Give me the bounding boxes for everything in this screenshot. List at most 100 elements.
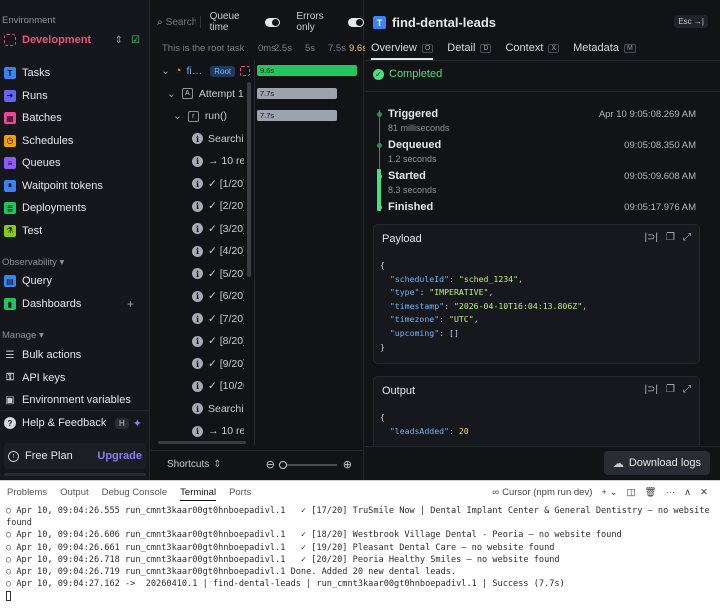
expand-icon[interactable]: ⤢ bbox=[683, 232, 691, 243]
terminal-task-selector[interactable]: ∞ Cursor (npm run dev) bbox=[492, 487, 592, 498]
chevron-up-icon[interactable]: ∧ bbox=[684, 487, 691, 498]
tree-divider-handle[interactable] bbox=[254, 60, 255, 445]
sidebar-item-deployments[interactable]: ≣ Deployments bbox=[0, 198, 148, 218]
tasks-icon: T bbox=[4, 67, 16, 79]
download-logs-button[interactable]: ☁ Download logs bbox=[603, 451, 710, 475]
tree-row-log[interactable]: i ✓ [2/20] bbox=[192, 197, 244, 215]
tree-row-log[interactable]: i ✓ [9/20] bbox=[192, 355, 244, 373]
close-arrow-icon: →| bbox=[693, 17, 704, 26]
terminal-actions: ∞ Cursor (npm run dev) + ⌄ ◫ 🗑 ··· ∧ ✕ bbox=[492, 481, 708, 503]
tab-detail[interactable]: Detail D bbox=[447, 38, 492, 58]
tree-row-log[interactable]: i ✓ [4/20] bbox=[192, 242, 244, 260]
tree-row-log[interactable]: i ✓ [10/20 bbox=[192, 377, 244, 395]
tree-row-log[interactable]: i ✓ [5/20] bbox=[192, 265, 244, 283]
terminal-tab-output[interactable]: Output bbox=[60, 481, 89, 503]
deployments-icon: ≣ bbox=[4, 202, 16, 214]
tree-row-log[interactable]: i ✓ [1/20] bbox=[192, 175, 244, 193]
sidebar-item-test[interactable]: ⚗ Test bbox=[0, 221, 148, 241]
environment-selector[interactable]: Development ⇕ ☑ bbox=[0, 30, 148, 50]
tree-row-log[interactable]: i ✓ [8/20] bbox=[192, 332, 244, 350]
root-duration-bar[interactable]: 9.6s bbox=[257, 65, 357, 76]
tree-row-root[interactable]: ⌄ ◔ fi… Root bbox=[161, 62, 261, 80]
sidebar-item-waitpoint-tokens[interactable]: ⏸ Waitpoint tokens bbox=[0, 176, 148, 196]
tree-row-log[interactable]: i ✓ [3/20] bbox=[192, 220, 244, 238]
errors-only-toggle[interactable] bbox=[348, 17, 365, 27]
sidebar-item-dashboards[interactable]: ▮ Dashboards + bbox=[0, 294, 148, 314]
trash-icon[interactable]: 🗑 bbox=[645, 487, 657, 498]
terminal-task-label: Cursor (npm run dev) bbox=[502, 486, 593, 498]
zoom-slider-handle[interactable] bbox=[278, 460, 287, 469]
tree-row-log[interactable]: i → 10 res bbox=[192, 422, 244, 440]
tab-shortcut: D bbox=[480, 43, 492, 53]
sparkle-icon[interactable]: ✦ bbox=[133, 417, 142, 430]
terminal-tab-debug-console[interactable]: Debug Console bbox=[102, 481, 168, 503]
tree-row-log[interactable]: i Searchin bbox=[192, 130, 244, 148]
close-icon[interactable]: ✕ bbox=[700, 487, 708, 498]
split-terminal-icon[interactable]: ◫ bbox=[627, 487, 636, 498]
attempt-duration-bar[interactable]: 7.7s bbox=[257, 87, 337, 99]
zoom-out-icon[interactable]: ⊖ bbox=[266, 458, 275, 471]
upgrade-link[interactable]: Upgrade bbox=[97, 450, 142, 462]
tab-context[interactable]: Context X bbox=[505, 38, 560, 58]
sidebar-item-batches[interactable]: ▦ Batches bbox=[0, 108, 148, 128]
sidebar-item-bulk-actions[interactable]: ☰ Bulk actions bbox=[0, 345, 148, 365]
scale-tick: 5s bbox=[305, 43, 316, 54]
more-icon[interactable]: ··· bbox=[666, 487, 676, 498]
chevron-down-icon[interactable]: ⌄ bbox=[173, 110, 182, 122]
sidebar-item-query[interactable]: ▤ Query bbox=[0, 271, 148, 291]
shortcuts-button[interactable]: Shortcuts ⇕ bbox=[167, 459, 222, 470]
sidebar-item-queues[interactable]: ≡ Queues bbox=[0, 153, 148, 173]
tab-label: Context bbox=[505, 42, 544, 54]
chevron-down-icon[interactable]: ⌄ bbox=[167, 88, 176, 100]
terminal-line: ○ Apr 10, 09:04:27.162 -> 20260410.1 | f… bbox=[6, 579, 565, 590]
help-feedback-button[interactable]: ? Help & Feedback H ✦ bbox=[0, 413, 148, 433]
tree-h-scrollbar[interactable] bbox=[158, 441, 246, 444]
tree-row-log[interactable]: i → 10 res bbox=[192, 152, 244, 170]
sidebar-item-api-keys[interactable]: ⚿ API keys bbox=[0, 368, 148, 388]
terminal-tab-problems[interactable]: Problems bbox=[7, 481, 47, 503]
sidebar-item-label: Bulk actions bbox=[22, 349, 82, 361]
run-duration-bar[interactable]: 7.7s bbox=[257, 110, 337, 121]
timeline-timestamp: 09:05:08.350 AM bbox=[624, 140, 696, 151]
add-terminal-icon[interactable]: + ⌄ bbox=[601, 487, 617, 498]
wrap-icon[interactable]: |⊃| bbox=[644, 384, 658, 395]
queue-time-toggle[interactable] bbox=[264, 17, 281, 27]
copy-icon[interactable]: ❐ bbox=[666, 384, 675, 395]
checklist-icon[interactable]: ☑ bbox=[131, 35, 140, 46]
wrap-icon[interactable]: |⊃| bbox=[644, 232, 658, 243]
runs-icon: ➜ bbox=[4, 89, 16, 102]
terminal-tab-terminal[interactable]: Terminal bbox=[180, 481, 216, 503]
tree-footer: Shortcuts ⇕ ⊖ ⊕ bbox=[151, 450, 364, 478]
cloud-download-icon: ☁ bbox=[612, 457, 624, 470]
tree-search-input[interactable] bbox=[165, 16, 196, 28]
details-footer-divider bbox=[365, 446, 720, 447]
sidebar-item-environment-variables[interactable]: ▣ Environment variables bbox=[0, 390, 148, 410]
terminal-line: ○ Apr 10, 09:04:26.555 run_cmnt3kaar00gt… bbox=[6, 506, 715, 529]
tree-scrollbar[interactable] bbox=[247, 82, 251, 277]
tree-row-attempt[interactable]: ⌄ A Attempt 1 bbox=[167, 85, 267, 103]
tab-metadata[interactable]: Metadata M bbox=[573, 38, 636, 58]
tab-overview[interactable]: Overview O bbox=[371, 38, 434, 60]
zoom-in-icon[interactable]: ⊕ bbox=[343, 458, 352, 471]
close-panel-button[interactable]: Esc →| bbox=[674, 15, 708, 28]
sidebar-item-label: Waitpoint tokens bbox=[22, 179, 103, 192]
tree-row-log[interactable]: i Searchin bbox=[192, 400, 244, 418]
zoom-slider[interactable] bbox=[278, 460, 337, 469]
tree-row-log[interactable]: i ✓ [7/20] bbox=[192, 310, 244, 328]
plan-usage-bar bbox=[4, 473, 146, 476]
terminal-output[interactable]: ○ Apr 10, 09:04:26.555 run_cmnt3kaar00gt… bbox=[6, 505, 714, 603]
terminal-tab-ports[interactable]: Ports bbox=[229, 481, 251, 503]
log-message: ✓ [10/20 bbox=[208, 380, 244, 392]
sidebar-item-runs[interactable]: ➜ Runs bbox=[0, 86, 148, 106]
log-message: ✓ [4/20] bbox=[208, 245, 244, 257]
sidebar-footer: ? Help & Feedback H ✦ ↑ Free Plan Upgrad… bbox=[0, 410, 149, 480]
tree-row-log[interactable]: i ✓ [6/20] bbox=[192, 287, 244, 305]
sidebar-item-schedules[interactable]: ◷ Schedules bbox=[0, 131, 148, 151]
expand-icon[interactable]: ⤢ bbox=[683, 384, 691, 395]
dashed-badge-icon bbox=[240, 66, 251, 76]
chevron-down-icon[interactable]: ⌄ bbox=[161, 65, 170, 77]
sidebar-item-label: Test bbox=[22, 224, 43, 237]
sidebar-item-tasks[interactable]: T Tasks bbox=[0, 63, 148, 83]
add-dashboard-icon[interactable]: + bbox=[127, 297, 134, 311]
copy-icon[interactable]: ❐ bbox=[666, 232, 675, 243]
